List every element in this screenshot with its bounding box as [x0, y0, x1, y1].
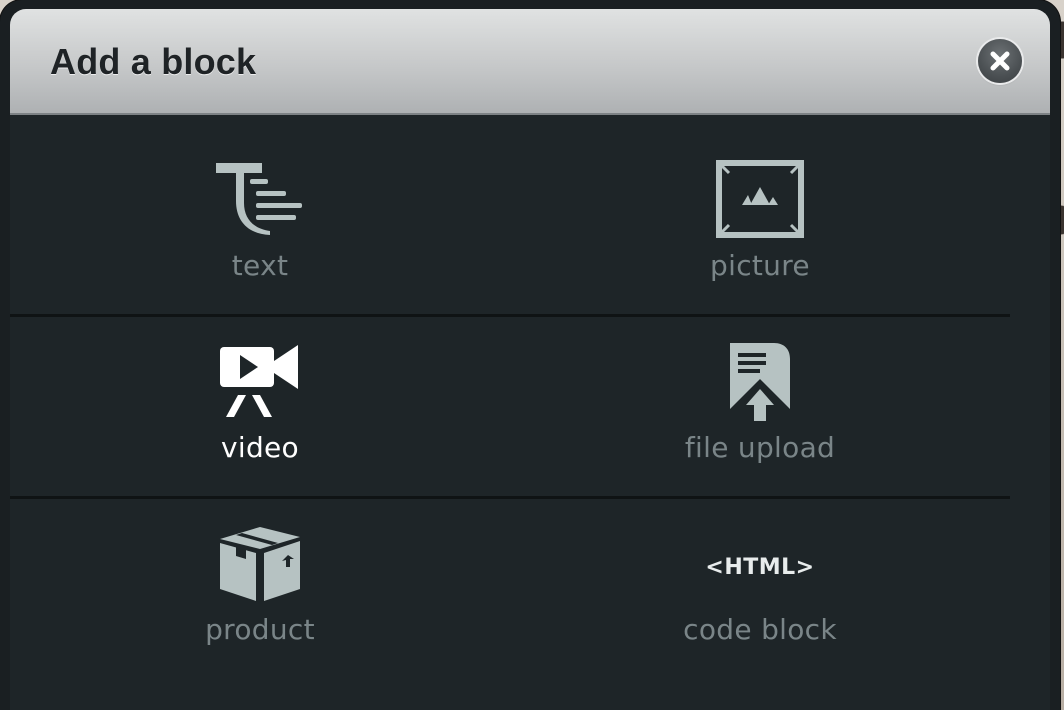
file-upload-icon: [730, 343, 790, 421]
dialog-title: Add a block: [50, 41, 257, 82]
block-option-code-block[interactable]: <HTML> code block: [510, 479, 1010, 659]
block-option-picture[interactable]: picture: [510, 115, 1010, 295]
block-option-file-upload[interactable]: file upload: [510, 297, 1010, 477]
block-label: file upload: [684, 431, 836, 464]
add-block-dialog: Add a block text picture video file uplo…: [0, 0, 1060, 710]
dialog-panel: Add a block text picture video file uplo…: [10, 9, 1050, 710]
block-label: picture: [710, 249, 810, 282]
html-code-icon: <HTML>: [705, 555, 815, 580]
dialog-header: Add a block: [10, 9, 1050, 115]
text-block-icon: [216, 163, 302, 235]
block-label: code block: [683, 613, 837, 646]
close-icon: [990, 51, 1010, 71]
video-camera-icon: [220, 345, 298, 417]
block-option-video[interactable]: video: [10, 297, 510, 477]
block-option-text[interactable]: text: [10, 115, 510, 295]
block-label: product: [205, 613, 315, 646]
block-grid: text picture video file upload product <…: [10, 115, 1050, 710]
block-label: text: [231, 249, 289, 282]
block-label: video: [221, 431, 299, 464]
product-box-icon: [220, 527, 300, 601]
block-option-product[interactable]: product: [10, 479, 510, 659]
close-button[interactable]: [978, 39, 1022, 83]
picture-icon: [716, 160, 804, 238]
